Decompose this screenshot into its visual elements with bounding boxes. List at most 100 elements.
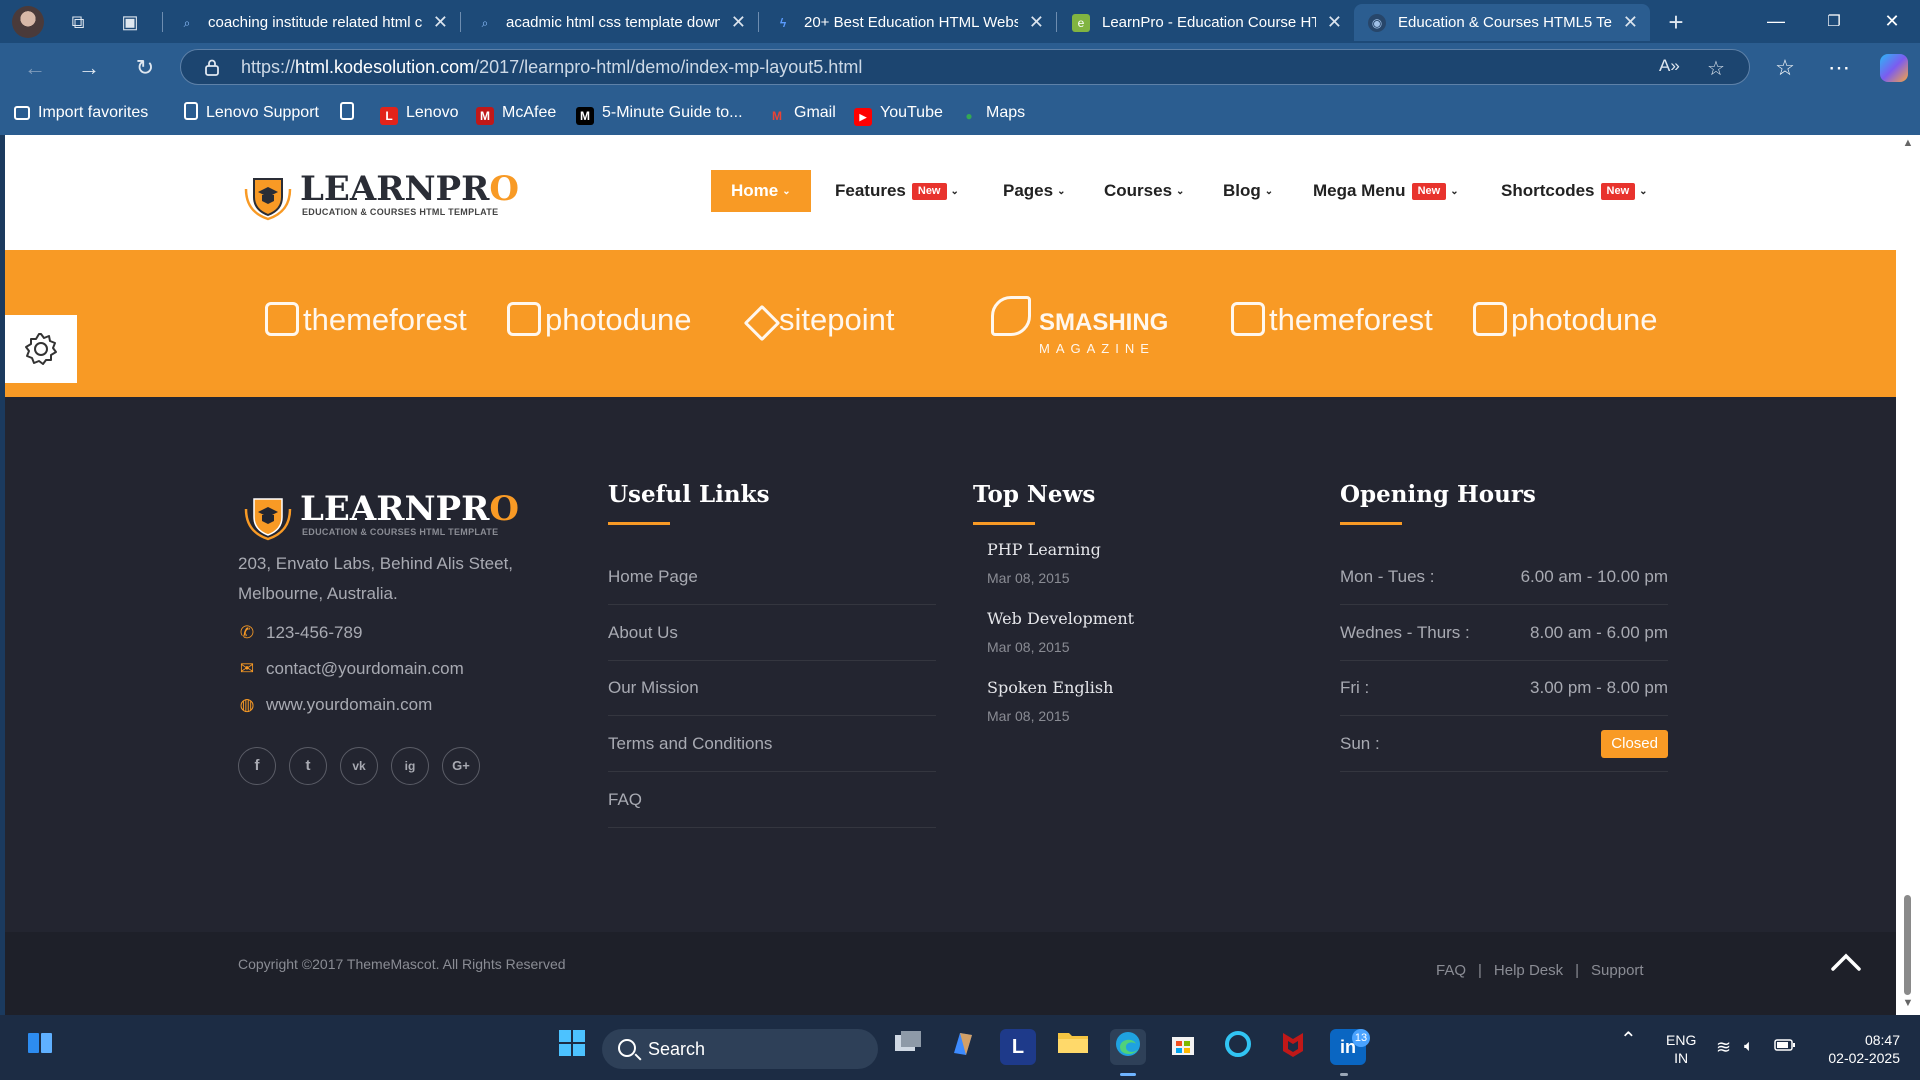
minimize-icon[interactable]: —: [1748, 0, 1804, 43]
clients-strip: themeforest photodune sitepoint SMASHING…: [5, 250, 1896, 397]
client-logo-themeforest-2[interactable]: themeforest: [1231, 290, 1433, 350]
twitter-icon[interactable]: t: [289, 747, 327, 785]
workspaces-icon[interactable]: ⧉: [66, 10, 90, 34]
page-scrollbar[interactable]: ▲ ▼: [1896, 135, 1920, 1015]
forward-icon[interactable]: →: [74, 53, 104, 83]
footer-link-faq[interactable]: FAQ: [608, 772, 936, 828]
scroll-up-arrow-icon[interactable]: ▲: [1902, 137, 1914, 149]
profile-avatar[interactable]: [12, 6, 44, 38]
volume-icon[interactable]: 🔈︎: [1744, 1038, 1754, 1056]
hours-day: Wednes - Thurs :: [1340, 623, 1470, 642]
footer-website[interactable]: ◍ www.yourdomain.com: [238, 695, 433, 715]
footer-phone[interactable]: ✆ 123-456-789: [238, 623, 363, 643]
task-view-icon[interactable]: [890, 1029, 926, 1065]
microsoft-store-icon[interactable]: [1165, 1029, 1201, 1065]
address-bar[interactable]: https://html.kodesolution.com/2017/learn…: [180, 49, 1750, 85]
client-name: SMASHING: [1039, 309, 1169, 336]
bookmark-maps[interactable]: ● Maps: [960, 91, 1025, 135]
taskbar-search[interactable]: Search: [602, 1029, 878, 1069]
battery-icon[interactable]: [1774, 1038, 1796, 1056]
style-switcher-toggle[interactable]: [5, 315, 77, 383]
copilot-icon[interactable]: [1880, 54, 1908, 82]
bookmark-gmail[interactable]: M Gmail: [768, 91, 836, 135]
footer-link-terms[interactable]: Terms and Conditions: [608, 716, 936, 772]
edge-icon[interactable]: [1110, 1029, 1146, 1065]
more-menu-icon[interactable]: ⋯: [1824, 53, 1854, 83]
scroll-to-top-button[interactable]: [1816, 932, 1876, 992]
lenovo-vantage-icon[interactable]: L: [1000, 1029, 1036, 1065]
start-icon[interactable]: [554, 1029, 590, 1065]
restore-icon[interactable]: ❐: [1806, 0, 1862, 43]
footer-email[interactable]: ✉ contact@yourdomain.com: [238, 659, 464, 679]
language-indicator[interactable]: ENG IN: [1666, 1031, 1696, 1067]
gmail-icon: M: [772, 109, 782, 123]
tab-5-active[interactable]: ◉ Education & Courses HTML5 Tem ✕: [1354, 4, 1650, 41]
bookmark-blank[interactable]: [340, 91, 362, 135]
menu-blog[interactable]: Blog ⌄: [1223, 170, 1273, 212]
tab-2[interactable]: ⌕ acadmic html css template downl ✕: [462, 4, 758, 41]
google-plus-icon[interactable]: G+: [442, 747, 480, 785]
new-tab-icon[interactable]: +: [1664, 9, 1688, 35]
close-tab-icon[interactable]: ✕: [1327, 4, 1342, 41]
menu-shortcodes[interactable]: Shortcodes New ⌄: [1501, 170, 1648, 212]
bookmark-5-minute-guide[interactable]: M 5-Minute Guide to...: [576, 91, 743, 135]
tab-1[interactable]: ⌕ coaching institude related html c ✕: [164, 4, 460, 41]
menu-pages[interactable]: Pages ⌄: [1003, 170, 1065, 212]
bookmark-label: Lenovo: [406, 104, 459, 121]
refresh-icon[interactable]: ↻: [130, 53, 160, 83]
client-logo-sitepoint[interactable]: sitepoint: [743, 290, 894, 350]
client-logo-smashing[interactable]: SMASHING MAGAZINE: [991, 296, 1168, 356]
close-tab-icon[interactable]: ✕: [1029, 4, 1044, 41]
menu-home[interactable]: Home ⌄: [711, 170, 811, 212]
facebook-icon[interactable]: f: [238, 747, 276, 785]
news-title[interactable]: Spoken English: [987, 678, 1113, 697]
vk-icon[interactable]: vk: [340, 747, 378, 785]
site-logo[interactable]: LEARNPRO EDUCATION & COURSES HTML TEMPLA…: [238, 167, 519, 222]
favorites-icon[interactable]: ☆: [1770, 53, 1800, 83]
file-explorer-icon[interactable]: [1055, 1029, 1091, 1065]
menu-features[interactable]: Features New ⌄: [835, 170, 959, 212]
client-logo-themeforest[interactable]: themeforest: [265, 290, 467, 350]
footer-link-home[interactable]: Home Page: [608, 549, 936, 605]
bookmark-import-favorites[interactable]: Import favorites: [14, 91, 148, 135]
scroll-thumb[interactable]: [1904, 895, 1911, 995]
close-tab-icon[interactable]: ✕: [1623, 4, 1638, 41]
footer-link-about[interactable]: About Us: [608, 605, 936, 661]
new-badge: New: [1600, 183, 1636, 200]
bookmark-lenovo[interactable]: L Lenovo: [380, 91, 459, 135]
widgets-icon[interactable]: [22, 1029, 58, 1065]
copilot-app-icon[interactable]: [945, 1029, 981, 1065]
menu-courses[interactable]: Courses ⌄: [1104, 170, 1184, 212]
read-aloud-icon[interactable]: A»: [1659, 56, 1680, 76]
link-label: Our Mission: [608, 678, 699, 697]
clock[interactable]: 08:47 02-02-2025: [1816, 1031, 1900, 1067]
client-logo-photodune-2[interactable]: photodune: [1473, 290, 1658, 350]
bottom-link-support[interactable]: Support: [1591, 962, 1644, 979]
news-title[interactable]: PHP Learning: [987, 540, 1101, 559]
scroll-down-arrow-icon[interactable]: ▼: [1902, 997, 1914, 1009]
footer-link-mission[interactable]: Our Mission: [608, 660, 936, 716]
menu-mega-menu[interactable]: Mega Menu New ⌄: [1313, 170, 1459, 212]
favorite-star-icon[interactable]: ☆: [1707, 56, 1725, 81]
news-title[interactable]: Web Development: [987, 609, 1134, 628]
close-window-icon[interactable]: ✕: [1864, 0, 1920, 43]
footer-logo[interactable]: LEARNPRO EDUCATION & COURSES HTML TEMPLA…: [238, 487, 519, 542]
tab-4[interactable]: e LearnPro - Education Course HTN ✕: [1058, 4, 1354, 41]
back-icon[interactable]: ←: [20, 53, 50, 83]
instagram-icon[interactable]: ig: [391, 747, 429, 785]
bookmark-mcafee[interactable]: M McAfee: [476, 91, 556, 135]
wifi-icon[interactable]: ≋: [1716, 1038, 1731, 1056]
vertical-tabs-icon[interactable]: ▣: [118, 10, 142, 34]
bottom-link-help-desk[interactable]: Help Desk: [1494, 962, 1563, 979]
bottom-link-faq[interactable]: FAQ: [1436, 962, 1466, 979]
bookmark-youtube[interactable]: ▶ YouTube: [854, 91, 943, 135]
client-logo-photodune[interactable]: photodune: [507, 290, 692, 350]
alexa-icon[interactable]: [1220, 1029, 1256, 1065]
bookmark-lenovo-support[interactable]: Lenovo Support: [184, 91, 319, 135]
chevron-up-icon[interactable]: ⌃: [1620, 1030, 1637, 1050]
mcafee-app-icon[interactable]: [1275, 1029, 1311, 1065]
search-icon: ⌕: [183, 16, 191, 30]
close-tab-icon[interactable]: ✕: [731, 4, 746, 41]
close-tab-icon[interactable]: ✕: [433, 4, 448, 41]
tab-3[interactable]: ϟ 20+ Best Education HTML Websit ✕: [760, 4, 1056, 41]
